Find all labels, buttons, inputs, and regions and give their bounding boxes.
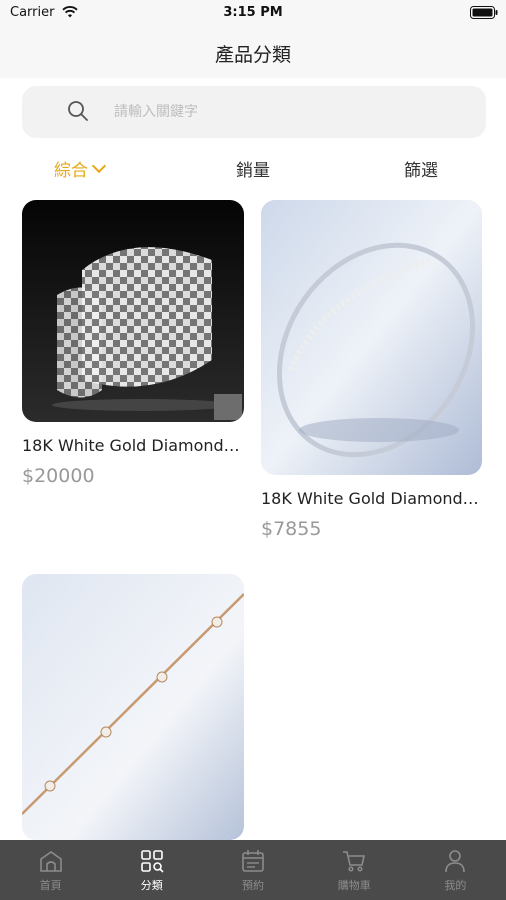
product-image[interactable] bbox=[22, 574, 244, 840]
sort-tabs: 綜合 銷量 篩選 bbox=[0, 150, 506, 186]
tab-label: 我的 bbox=[444, 879, 467, 892]
tab-profile[interactable]: 我的 bbox=[405, 840, 506, 900]
product-card[interactable] bbox=[22, 574, 244, 840]
tab-label: 購物車 bbox=[337, 879, 371, 892]
sort-tab-sales[interactable]: 銷量 bbox=[236, 156, 270, 181]
search-input[interactable] bbox=[114, 100, 474, 124]
sort-tab-filter[interactable]: 篩選 bbox=[404, 156, 438, 181]
product-title[interactable]: 18K White Gold Diamond Bracelet bbox=[22, 436, 244, 455]
tab-cart[interactable]: 購物車 bbox=[304, 840, 405, 900]
calendar-icon bbox=[242, 850, 264, 872]
sort-tab-label: 綜合 bbox=[54, 161, 88, 181]
product-price: $20000 bbox=[22, 465, 95, 487]
sort-tab-comprehensive[interactable]: 綜合 bbox=[54, 156, 107, 181]
status-bar: Carrier 3:15 PM bbox=[0, 0, 506, 28]
home-icon bbox=[39, 851, 62, 872]
chevron-down-icon bbox=[91, 158, 107, 173]
nav-bar: 產品分類 bbox=[0, 28, 506, 78]
search-icon[interactable] bbox=[66, 99, 90, 123]
tab-booking[interactable]: 預約 bbox=[202, 840, 303, 900]
tab-label: 預約 bbox=[242, 879, 264, 892]
sort-tab-label: 篩選 bbox=[404, 161, 438, 181]
sort-tab-label: 銷量 bbox=[236, 161, 270, 181]
tab-home[interactable]: 首頁 bbox=[0, 840, 101, 900]
cart-icon bbox=[343, 851, 366, 872]
status-time: 3:15 PM bbox=[223, 5, 283, 20]
product-card[interactable]: 18K White Gold Diamond Bangle $7855 bbox=[261, 200, 483, 540]
user-icon bbox=[445, 850, 466, 873]
tab-label: 首頁 bbox=[39, 879, 62, 892]
tab-category[interactable]: 分類 bbox=[101, 840, 202, 900]
category-icon bbox=[140, 850, 164, 873]
product-card[interactable]: 18K White Gold Diamond Bracelet $20000 bbox=[22, 200, 244, 487]
search-box[interactable] bbox=[22, 86, 486, 138]
product-image[interactable] bbox=[261, 200, 482, 475]
product-image[interactable] bbox=[22, 200, 244, 422]
product-price: $7855 bbox=[261, 518, 322, 540]
page-title: 產品分類 bbox=[214, 44, 291, 66]
product-title[interactable]: 18K White Gold Diamond Bangle bbox=[261, 489, 483, 508]
tab-label: 分類 bbox=[140, 879, 163, 892]
battery-icon bbox=[470, 6, 498, 19]
tab-bar: 首頁 分類 預約 購物車 我的 bbox=[0, 840, 506, 900]
